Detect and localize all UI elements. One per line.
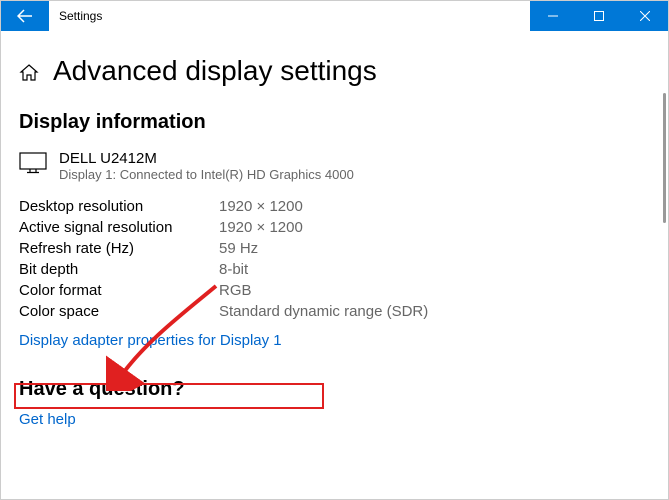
minimize-icon	[548, 11, 558, 21]
monitor-text: DELL U2412M Display 1: Connected to Inte…	[59, 150, 354, 182]
prop-value: 8-bit	[219, 261, 248, 278]
scrollbar[interactable]	[663, 93, 666, 223]
prop-label: Desktop resolution	[19, 198, 219, 215]
prop-value: 1920 × 1200	[219, 219, 303, 236]
close-button[interactable]	[622, 1, 668, 31]
prop-color-format: Color format RGB	[19, 282, 650, 299]
prop-label: Color format	[19, 282, 219, 299]
prop-desktop-resolution: Desktop resolution 1920 × 1200	[19, 198, 650, 215]
monitor-subtext: Display 1: Connected to Intel(R) HD Grap…	[59, 167, 354, 182]
window-controls	[530, 1, 668, 31]
display-adapter-link[interactable]: Display adapter properties for Display 1	[19, 332, 282, 349]
help-section: Have a question? Get help	[19, 378, 650, 429]
arrow-left-icon	[17, 8, 33, 24]
prop-value: Standard dynamic range (SDR)	[219, 303, 428, 320]
help-heading: Have a question?	[19, 378, 650, 401]
prop-refresh-rate: Refresh rate (Hz) 59 Hz	[19, 240, 650, 257]
settings-window: Settings Advanced display settings Displ…	[0, 0, 669, 500]
prop-color-space: Color space Standard dynamic range (SDR)	[19, 303, 650, 320]
monitor-info: DELL U2412M Display 1: Connected to Inte…	[19, 150, 650, 182]
page-header: Advanced display settings	[19, 55, 650, 87]
home-icon[interactable]	[19, 63, 39, 83]
get-help-link[interactable]: Get help	[19, 411, 76, 428]
maximize-icon	[594, 11, 604, 21]
prop-label: Active signal resolution	[19, 219, 219, 236]
window-title: Settings	[59, 9, 530, 23]
prop-value: 59 Hz	[219, 240, 258, 257]
prop-active-resolution: Active signal resolution 1920 × 1200	[19, 219, 650, 236]
prop-label: Color space	[19, 303, 219, 320]
maximize-button[interactable]	[576, 1, 622, 31]
titlebar: Settings	[1, 1, 668, 31]
prop-value: 1920 × 1200	[219, 198, 303, 215]
content-area: Advanced display settings Display inform…	[1, 31, 668, 500]
section-heading: Display information	[19, 111, 650, 134]
monitor-icon	[19, 152, 47, 174]
prop-value: RGB	[219, 282, 252, 299]
prop-label: Bit depth	[19, 261, 219, 278]
back-button[interactable]	[1, 1, 49, 31]
prop-bit-depth: Bit depth 8-bit	[19, 261, 650, 278]
minimize-button[interactable]	[530, 1, 576, 31]
page-title: Advanced display settings	[53, 55, 377, 87]
prop-label: Refresh rate (Hz)	[19, 240, 219, 257]
monitor-name: DELL U2412M	[59, 150, 354, 167]
close-icon	[640, 11, 650, 21]
